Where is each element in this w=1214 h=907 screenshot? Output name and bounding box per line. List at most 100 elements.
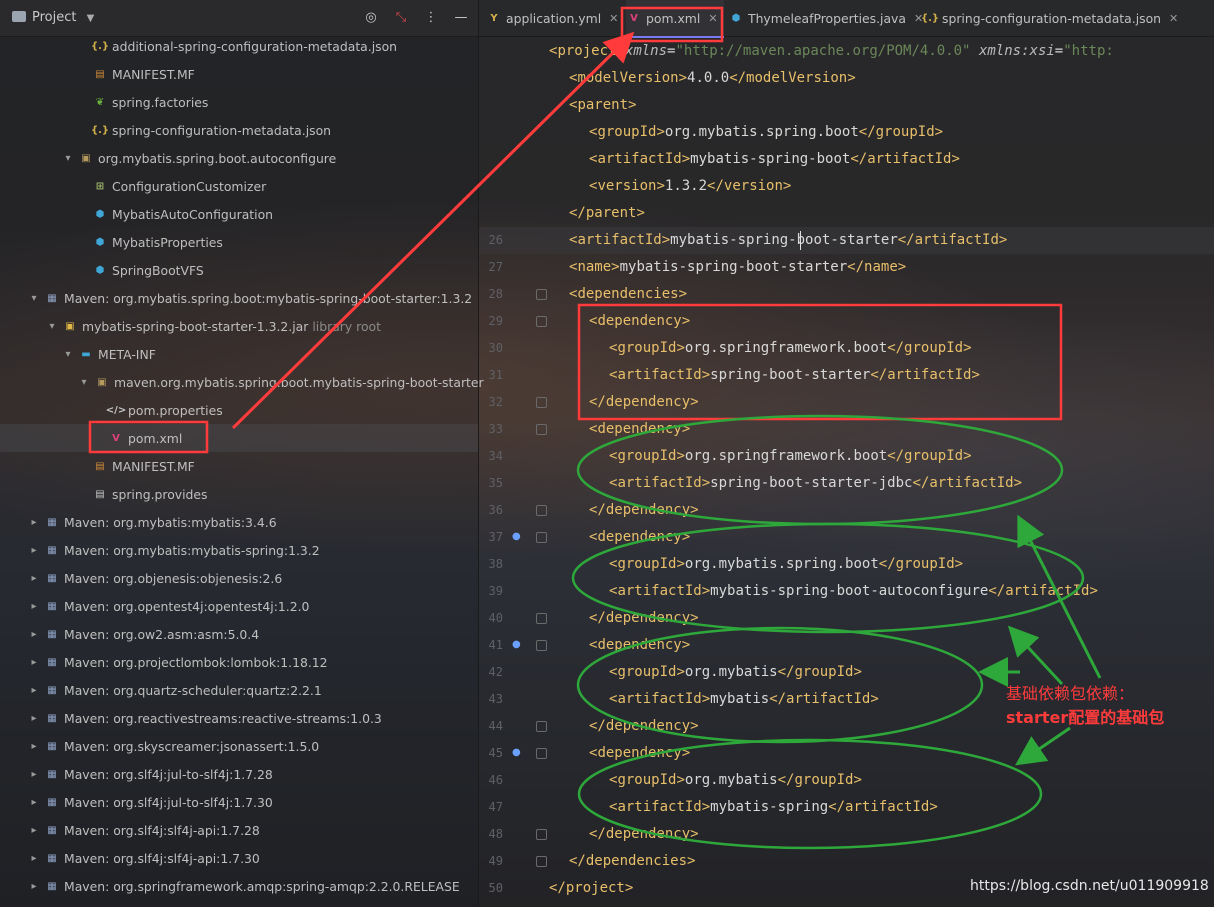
chevron-right-icon[interactable]: ▸ [28, 573, 40, 584]
fold-marker-icon[interactable] [536, 316, 547, 327]
chevron-right-icon[interactable]: ▸ [28, 853, 40, 864]
fold-marker-icon[interactable] [536, 532, 547, 543]
tag-name: artifactId [617, 475, 702, 491]
tree-item[interactable]: ▸ ▦ Maven: org.slf4j:slf4j-api:1.7.30 [28, 844, 259, 872]
chevron-right-icon[interactable]: ▸ [28, 517, 40, 528]
tag-name: groupId [794, 772, 854, 788]
chevron-down-icon: ▼ [86, 13, 95, 24]
tree-item[interactable]: ⬢ MybatisProperties [92, 228, 223, 256]
class-icon: ⬢ [95, 208, 105, 220]
chevron-right-icon[interactable]: ▸ [28, 741, 40, 752]
chevron-right-icon[interactable]: ▸ [28, 713, 40, 724]
tree-item-label: maven.org.mybatis.spring.boot.mybatis-sp… [114, 374, 484, 390]
chevron-right-icon[interactable]: ▸ [28, 797, 40, 808]
library-icon: ▦ [47, 656, 57, 668]
code-line: <parent> [569, 92, 636, 119]
tree-item[interactable]: ▸ ▦ Maven: org.springframework.amqp:spring… [28, 872, 459, 900]
tree-item[interactable]: ▸ ▦ Maven: org.objenesis:objenesis:2.6 [28, 564, 282, 592]
tree-item[interactable]: Vpom.xml [108, 424, 182, 452]
tree-item[interactable]: ▸ ▦ Maven: org.skyscreamer:jsonassert:1.5.… [28, 732, 319, 760]
chevron-right-icon[interactable]: ▸ [28, 769, 40, 780]
tree-item[interactable]: ❦ spring.factories [92, 88, 209, 116]
tree-item[interactable]: ▸ ▦ Maven: org.slf4j:slf4j-api:1.7.28 [28, 816, 259, 844]
fold-marker-icon[interactable] [536, 829, 547, 840]
close-icon[interactable]: ✕ [708, 12, 717, 25]
chevron-right-icon[interactable]: ▸ [28, 657, 40, 668]
editor-tab[interactable]: ⬢ ThymeleafProperties.java ✕ [728, 0, 929, 36]
tree-item[interactable]: ▾ ▬ META-INF [62, 340, 156, 368]
fold-marker-icon[interactable] [536, 748, 547, 759]
yaml-icon: Y [490, 12, 498, 24]
target-icon[interactable]: ◎ [362, 8, 380, 26]
fold-marker-icon[interactable] [536, 505, 547, 516]
tag-bracket: </ [777, 772, 795, 788]
tree-item[interactable]: ▾ ▣ org.mybatis.spring.boot.autoconfigure [62, 144, 336, 172]
tree-item-label: spring-configuration-metadata.json [112, 122, 332, 138]
tree-item[interactable]: ▸ ▦ Maven: org.slf4j:jul-to-slf4j:1.7.28 [28, 760, 272, 788]
chevron-right-icon[interactable]: ▸ [28, 545, 40, 556]
hide-icon[interactable]: — [452, 8, 470, 26]
chevron-down-icon[interactable]: ▾ [28, 293, 40, 304]
close-icon[interactable]: ✕ [1169, 12, 1178, 25]
editor-tab[interactable]: Yapplication.yml ✕ [486, 0, 624, 36]
tree-item[interactable]: ▸ ▦ Maven: org.reactivestreams:reactive-st… [28, 704, 381, 732]
chevron-down-icon[interactable]: ▾ [62, 349, 74, 360]
fold-marker-icon[interactable] [536, 424, 547, 435]
line-number: 43 [488, 692, 503, 706]
tag-name: name [577, 259, 612, 275]
fold-marker-icon[interactable] [536, 721, 547, 732]
tag-bracket: </ [847, 259, 865, 275]
close-icon[interactable]: ✕ [609, 12, 618, 25]
tree-item[interactable]: ▤ MANIFEST.MF [92, 452, 195, 480]
chevron-down-icon[interactable]: ▾ [62, 153, 74, 164]
tree-item[interactable]: ▸ ▦ Maven: org.ow2.asm:asm:5.0.4 [28, 620, 259, 648]
code-area[interactable]: <project xmlns="http://maven.apache.org/… [549, 36, 1214, 907]
tree-item[interactable]: ▸ ▦ Maven: org.slf4j:jul-to-slf4j:1.7.30 [28, 788, 272, 816]
tree-item[interactable]: ▾ ▣ mybatis-spring-boot-starter-1.3.2.jar l… [46, 312, 381, 340]
code-line: <groupId>org.mybatis.spring.boot</groupI… [589, 119, 943, 146]
chevron-right-icon[interactable]: ▸ [28, 881, 40, 892]
tree-item[interactable]: {.} spring-configuration-metadata.json [91, 116, 332, 144]
line-number: 28 [488, 287, 503, 301]
dependency-marker-icon[interactable]: ● [512, 747, 524, 759]
tree-item[interactable]: {.} additional-spring-configuration-metad… [91, 32, 397, 60]
chevron-down-icon[interactable]: ▾ [78, 377, 90, 388]
chevron-right-icon[interactable]: ▸ [28, 601, 40, 612]
fold-marker-icon[interactable] [536, 640, 547, 651]
chevron-down-icon[interactable]: ▾ [46, 321, 58, 332]
tree-item[interactable]: ▸ ▦ Maven: org.projectlombok:lombok:1.18.1… [28, 648, 327, 676]
tree-item[interactable]: ▸ ▦ Maven: org.mybatis:mybatis-spring:1.3.… [28, 536, 319, 564]
tree-item[interactable]: ⊞ ConfigurationCustomizer [92, 172, 266, 200]
code-line: <artifactId>mybatis-spring-boot-autoconf… [609, 578, 1098, 605]
tree-item[interactable]: ▸ ▦ Maven: org.quartz-scheduler:quartz:2.2… [28, 676, 321, 704]
chevron-right-icon[interactable]: ▸ [28, 629, 40, 640]
fold-marker-icon[interactable] [536, 289, 547, 300]
tree-item[interactable]: ⬢ MybatisAutoConfiguration [92, 200, 273, 228]
fold-marker-icon[interactable] [536, 613, 547, 624]
tag-name: dependency [597, 745, 682, 761]
tag-bracket: > [701, 475, 711, 491]
chevron-right-icon[interactable]: ▸ [28, 685, 40, 696]
editor-tab[interactable]: Vpom.xml ✕ [626, 0, 724, 38]
editor-tab[interactable]: {.} spring-configuration-metadata.json ✕ [921, 0, 1184, 36]
tree-item-label: META-INF [98, 346, 156, 362]
settings-icon[interactable]: ⋮ [422, 8, 440, 26]
collapse-icon[interactable]: ⤡ [392, 8, 410, 26]
library-icon: ▦ [47, 740, 57, 752]
tree-item[interactable]: </> pom.properties [106, 396, 223, 424]
project-view-selector[interactable]: Project ▼ [12, 10, 94, 25]
fold-marker-icon[interactable] [536, 856, 547, 867]
fold-marker-icon[interactable] [536, 397, 547, 408]
tree-item[interactable]: ▾ ▦ Maven: org.mybatis.spring.boot:mybatis… [28, 284, 472, 312]
tree-item[interactable]: ▾ ▣ maven.org.mybatis.spring.boot.mybatis-… [78, 368, 484, 396]
tree-item[interactable]: ⬢ SpringBootVFS [92, 256, 204, 284]
tree-item[interactable]: ▸ ▦ Maven: org.mybatis:mybatis:3.4.6 [28, 508, 276, 536]
dependency-marker-icon[interactable]: ● [512, 531, 524, 543]
tag-bracket: </ [569, 205, 586, 221]
chevron-right-icon[interactable]: ▸ [28, 825, 40, 836]
tree-item[interactable]: ▸ ▦ Maven: org.opentest4j:opentest4j:1.2.0 [28, 592, 309, 620]
tree-item[interactable]: ▤ MANIFEST.MF [92, 60, 195, 88]
line-number: 32 [488, 395, 503, 409]
dependency-marker-icon[interactable]: ● [512, 639, 524, 651]
tree-item[interactable]: ▤ spring.provides [92, 480, 207, 508]
